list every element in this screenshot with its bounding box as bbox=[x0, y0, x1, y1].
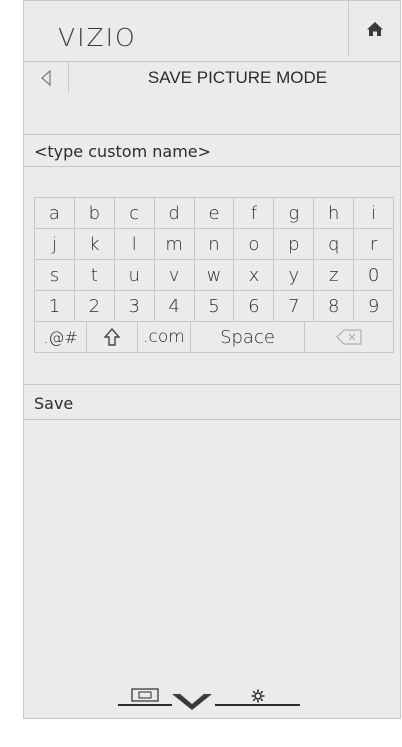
key[interactable]: j bbox=[35, 229, 75, 259]
nav-underline-settings bbox=[215, 704, 300, 706]
key[interactable]: 4 bbox=[155, 291, 195, 321]
key[interactable]: h bbox=[314, 198, 355, 228]
key[interactable]: 9 bbox=[354, 291, 393, 321]
menu-button[interactable] bbox=[170, 691, 214, 711]
key[interactable]: y bbox=[274, 260, 315, 290]
keyboard-row: s t u v w x y z 0 bbox=[35, 260, 393, 291]
custom-name-field[interactable]: <type custom name> bbox=[24, 134, 400, 167]
title-bar: SAVE PICTURE MODE bbox=[24, 61, 400, 93]
backspace-key[interactable] bbox=[305, 322, 393, 352]
key[interactable]: a bbox=[35, 198, 75, 228]
settings-panel: VIZIO SAVE PICTURE MODE <type custom nam… bbox=[23, 0, 401, 719]
key[interactable]: t bbox=[75, 260, 115, 290]
on-screen-keyboard: a b c d e f g h i j k l m n o p q r s t … bbox=[34, 197, 394, 353]
key[interactable]: 6 bbox=[234, 291, 275, 321]
key[interactable]: e bbox=[195, 198, 235, 228]
key[interactable]: c bbox=[115, 198, 155, 228]
backspace-icon bbox=[336, 329, 362, 345]
key[interactable]: p bbox=[274, 229, 315, 259]
key[interactable]: f bbox=[234, 198, 275, 228]
keyboard-row-special: .@# .com Space bbox=[35, 322, 393, 353]
keyboard-row: a b c d e f g h i bbox=[35, 198, 393, 229]
input-icon bbox=[131, 688, 159, 702]
input-button[interactable] bbox=[128, 686, 162, 702]
key[interactable]: x bbox=[234, 260, 275, 290]
key[interactable]: 5 bbox=[195, 291, 235, 321]
save-button[interactable]: Save bbox=[24, 384, 400, 420]
shift-icon bbox=[104, 328, 120, 346]
shift-key[interactable] bbox=[87, 322, 138, 352]
home-icon bbox=[366, 21, 383, 36]
custom-name-placeholder: <type custom name> bbox=[34, 142, 212, 161]
key[interactable]: q bbox=[314, 229, 355, 259]
dotcom-key[interactable]: .com bbox=[138, 322, 191, 352]
key[interactable]: o bbox=[234, 229, 275, 259]
key[interactable]: s bbox=[35, 260, 75, 290]
header: VIZIO bbox=[24, 1, 400, 56]
menu-chevron-icon bbox=[172, 694, 212, 710]
key[interactable]: 0 bbox=[354, 260, 393, 290]
home-button[interactable] bbox=[348, 1, 400, 56]
page-title: SAVE PICTURE MODE bbox=[147, 68, 328, 87]
keyboard-row: j k l m n o p q r bbox=[35, 229, 393, 260]
key[interactable]: n bbox=[195, 229, 235, 259]
key[interactable]: 3 bbox=[115, 291, 155, 321]
key[interactable]: b bbox=[75, 198, 115, 228]
key[interactable]: k bbox=[75, 229, 115, 259]
key[interactable]: 8 bbox=[314, 291, 355, 321]
key[interactable]: u bbox=[115, 260, 155, 290]
settings-gear-icon bbox=[251, 689, 265, 703]
space-key[interactable]: Space bbox=[191, 322, 305, 352]
back-arrow-icon bbox=[41, 69, 51, 86]
symbols-key[interactable]: .@# bbox=[35, 322, 87, 352]
nav-underline-input bbox=[118, 704, 172, 706]
bottom-nav bbox=[24, 671, 400, 711]
back-button[interactable] bbox=[24, 62, 69, 93]
key[interactable]: m bbox=[155, 229, 195, 259]
vizio-logo: VIZIO bbox=[58, 23, 137, 52]
keyboard-row: 1 2 3 4 5 6 7 8 9 bbox=[35, 291, 393, 322]
key[interactable]: v bbox=[155, 260, 195, 290]
key[interactable]: r bbox=[354, 229, 393, 259]
key[interactable]: g bbox=[274, 198, 315, 228]
key[interactable]: 2 bbox=[75, 291, 115, 321]
key[interactable]: w bbox=[195, 260, 235, 290]
key[interactable]: z bbox=[314, 260, 355, 290]
key[interactable]: l bbox=[115, 229, 155, 259]
save-label: Save bbox=[34, 394, 74, 413]
key[interactable]: d bbox=[155, 198, 195, 228]
settings-button[interactable] bbox=[246, 685, 270, 703]
key[interactable]: 7 bbox=[274, 291, 315, 321]
key[interactable]: 1 bbox=[35, 291, 75, 321]
key[interactable]: i bbox=[354, 198, 393, 228]
